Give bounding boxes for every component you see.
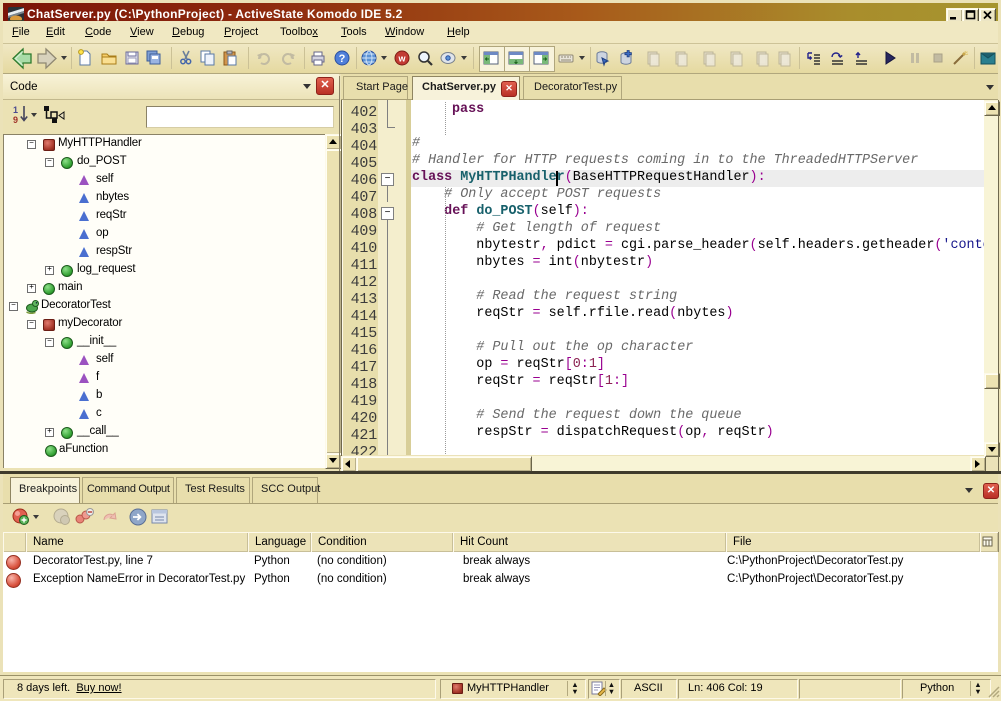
svg-text:w: w bbox=[397, 54, 406, 64]
svg-text:?: ? bbox=[339, 53, 346, 65]
svg-text:9: 9 bbox=[13, 115, 18, 125]
svg-text:1: 1 bbox=[13, 105, 18, 115]
